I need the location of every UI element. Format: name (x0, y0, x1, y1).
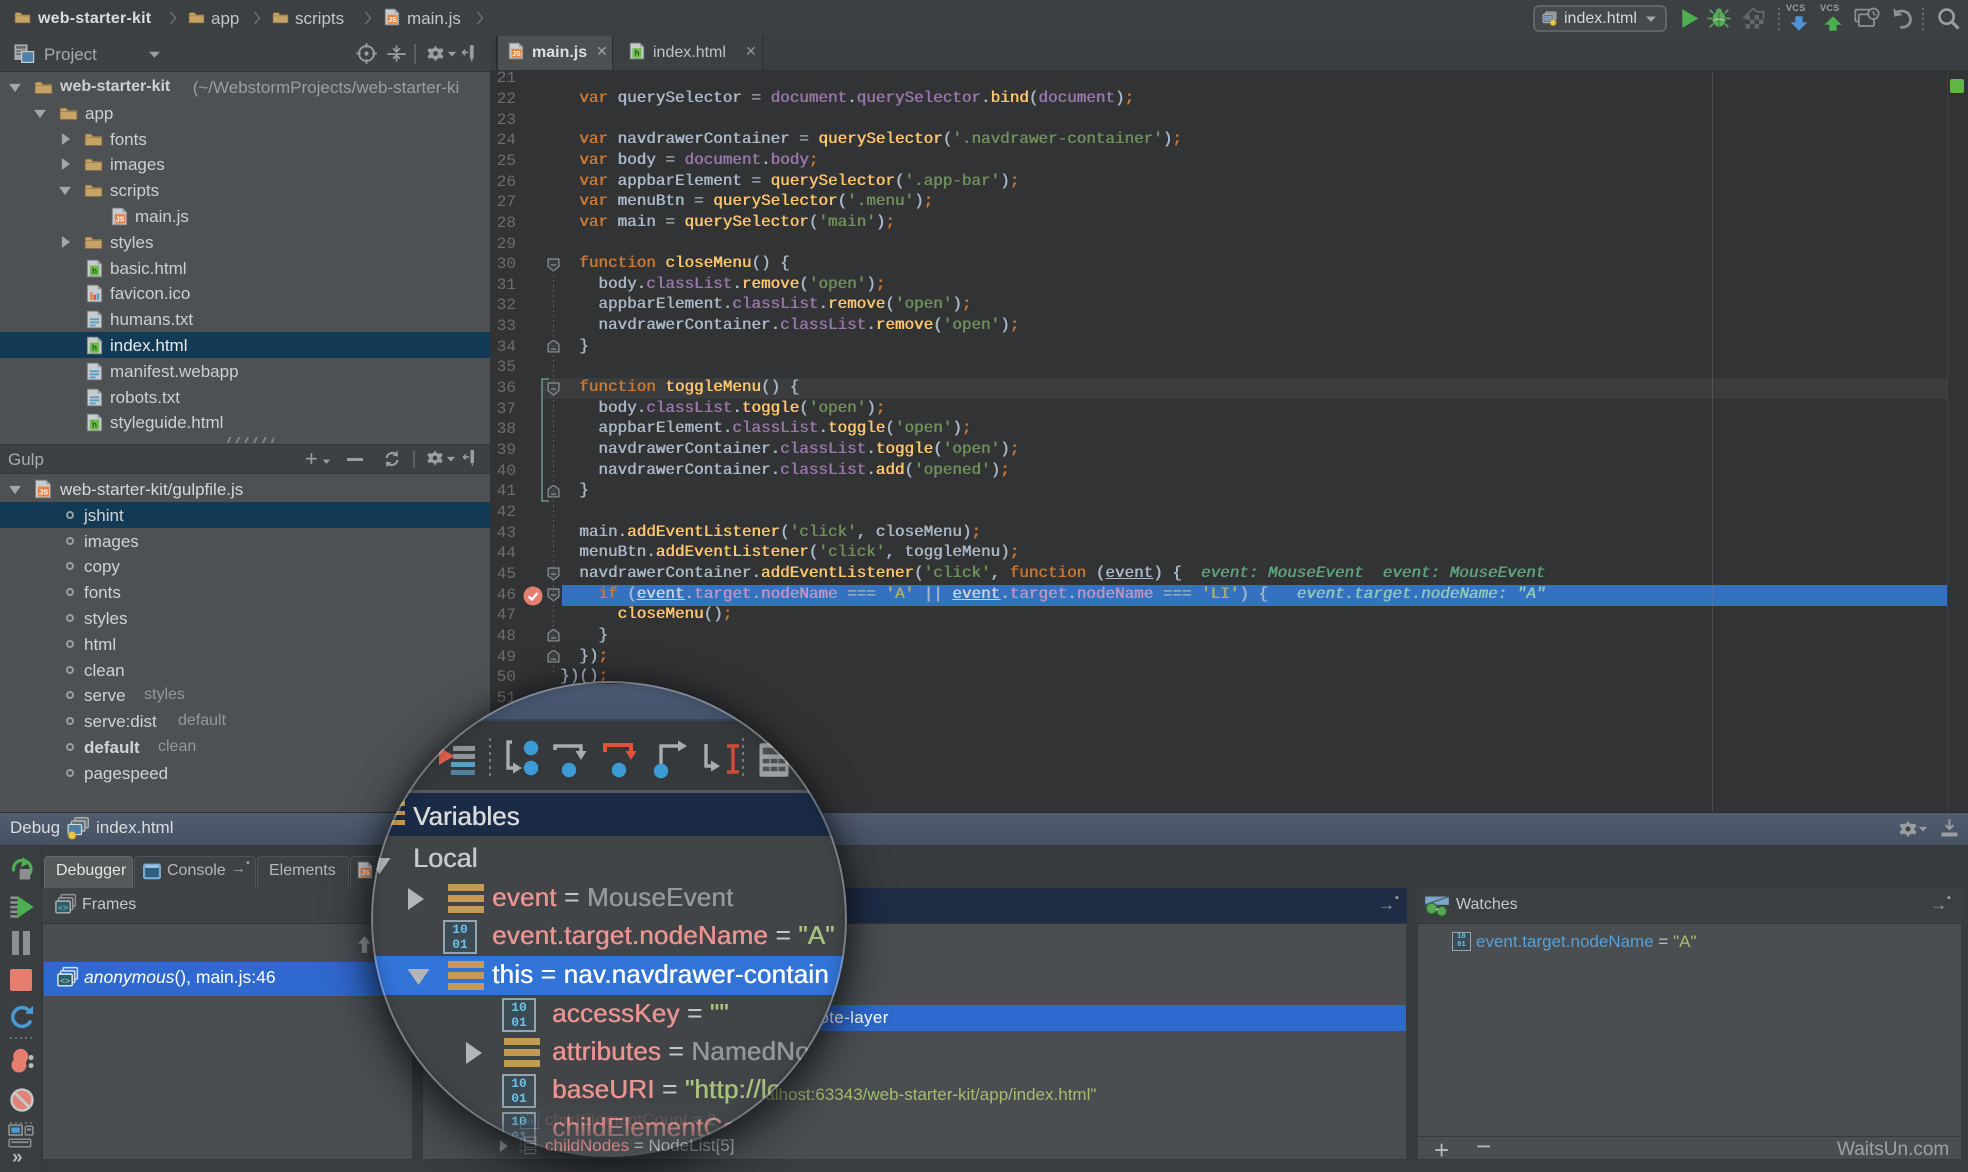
svg-text:JS: JS (39, 487, 48, 496)
svg-text:JS: JS (116, 215, 125, 224)
svg-text:h: h (92, 420, 97, 430)
svg-text:JS: JS (361, 870, 370, 877)
svg-text:h: h (92, 265, 97, 275)
svg-text:JS: JS (512, 51, 521, 58)
svg-text:h: h (635, 49, 640, 58)
svg-text:<>: <> (60, 977, 70, 987)
svg-text:h: h (92, 342, 97, 352)
svg-text:<>: <> (58, 904, 68, 914)
svg-text:JS: JS (388, 17, 397, 24)
